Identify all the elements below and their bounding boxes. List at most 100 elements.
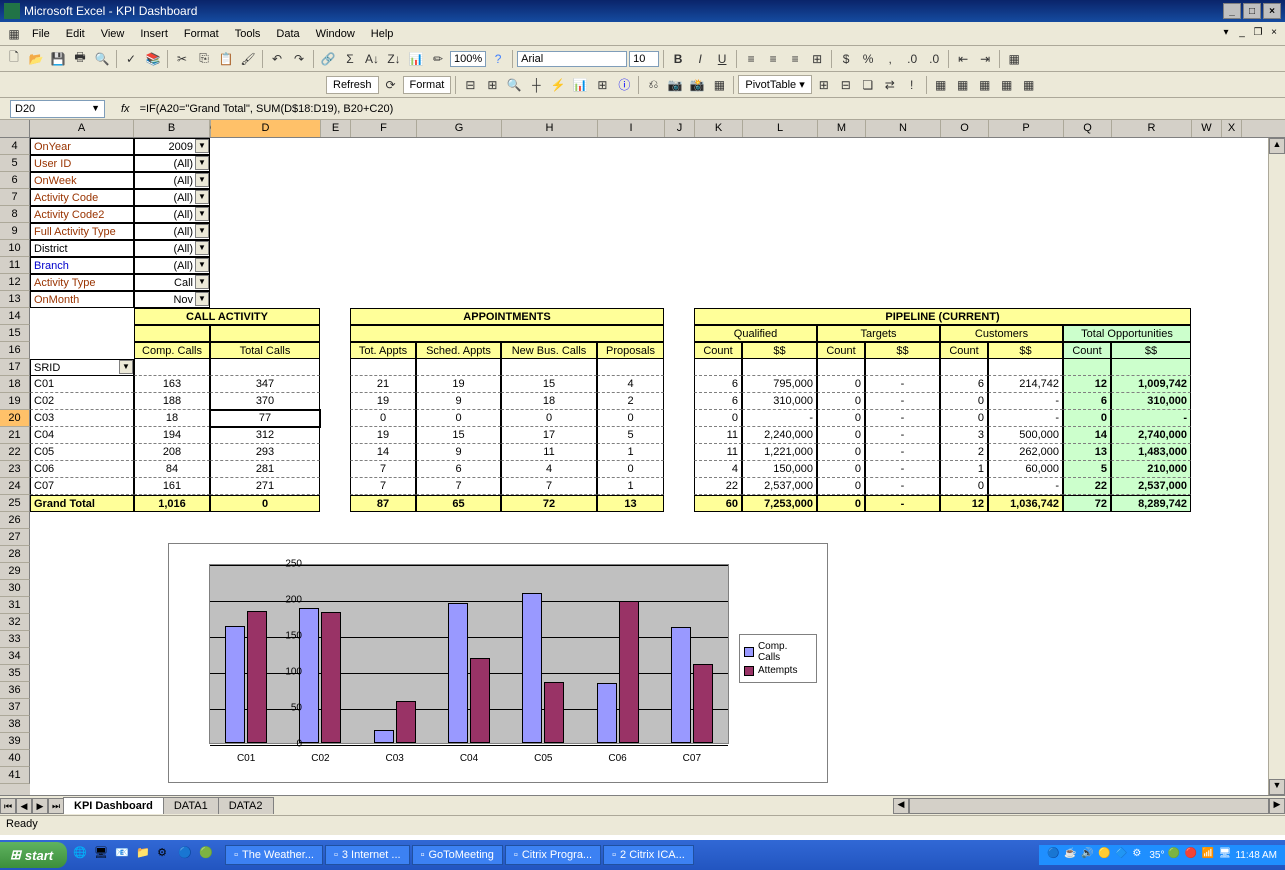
srid-C04[interactable]: C04 — [30, 427, 134, 444]
pr-18[interactable]: 4 — [597, 376, 664, 393]
od-20[interactable]: - — [1111, 410, 1191, 427]
filter-label-5[interactable]: User ID — [30, 155, 134, 172]
new-icon[interactable]: 🗋 — [4, 49, 24, 69]
nb-19[interactable]: 18 — [501, 393, 597, 410]
tray-clock[interactable]: 11:48 AM — [1235, 850, 1277, 861]
cd-21[interactable]: 500,000 — [988, 427, 1063, 444]
nb-18[interactable]: 15 — [501, 376, 597, 393]
filter-label-6[interactable]: OnWeek — [30, 172, 134, 189]
row-header-17[interactable]: 17 — [0, 359, 30, 376]
gt-sa[interactable]: 65 — [416, 495, 501, 512]
row-header-27[interactable]: 27 — [0, 529, 30, 546]
sa-19[interactable]: 9 — [416, 393, 501, 410]
taskbar-item-0[interactable]: ▫The Weather... — [225, 845, 323, 865]
sheet-tab-data1[interactable]: DATA1 — [163, 797, 219, 814]
taskbar-item-4[interactable]: ▫2 Citrix ICA... — [603, 845, 694, 865]
gt-nb[interactable]: 72 — [501, 495, 597, 512]
pt-icon-5[interactable]: ! — [902, 75, 922, 95]
scroll-up-button[interactable]: ▲ — [1269, 138, 1285, 154]
filter-label-9[interactable]: Full Activity Type — [30, 223, 134, 240]
qc-21[interactable]: 11 — [694, 427, 742, 444]
filter-label-4[interactable]: OnYear — [30, 138, 134, 155]
comp-20[interactable]: 18 — [134, 410, 210, 427]
row-header-15[interactable]: 15 — [0, 325, 30, 342]
tb2-icon-1[interactable]: ⊟ — [460, 75, 480, 95]
row-header-19[interactable]: 19 — [0, 393, 30, 410]
increase-indent-icon[interactable]: ⇥ — [975, 49, 995, 69]
menu-file[interactable]: File — [24, 26, 58, 42]
call-activity-header[interactable]: CALL ACTIVITY — [134, 308, 320, 325]
tab-nav-last[interactable]: ⏭ — [48, 798, 64, 814]
srid-C02[interactable]: C02 — [30, 393, 134, 410]
td-24[interactable]: - — [865, 478, 940, 495]
row-header-37[interactable]: 37 — [0, 699, 30, 716]
borders-icon[interactable]: ▦ — [1004, 49, 1024, 69]
tot-19[interactable]: 370 — [210, 393, 320, 410]
font-name-dropdown[interactable]: Arial — [517, 51, 627, 67]
tc-18[interactable]: 0 — [817, 376, 865, 393]
col-header-R[interactable]: R — [1112, 120, 1192, 137]
cd-20[interactable]: - — [988, 410, 1063, 427]
od-24[interactable]: 2,537,000 — [1111, 478, 1191, 495]
pipe-sub-7[interactable]: $$ — [1111, 342, 1191, 359]
cc-22[interactable]: 2 — [940, 444, 988, 461]
col-header-X[interactable]: X — [1222, 120, 1242, 137]
paste-icon[interactable]: 📋 — [216, 49, 236, 69]
gt-ta[interactable]: 87 — [350, 495, 416, 512]
col-header-A[interactable]: A — [30, 120, 134, 137]
appt-blank[interactable] — [350, 325, 664, 342]
pipe-17-13[interactable] — [865, 359, 940, 376]
col-header-P[interactable]: P — [989, 120, 1064, 137]
comp-19[interactable]: 188 — [134, 393, 210, 410]
filter-label-7[interactable]: Activity Code — [30, 189, 134, 206]
srid-C01[interactable]: C01 — [30, 376, 134, 393]
formula-input[interactable]: =IF(A20="Grand Total", SUM(D$18:D19), B2… — [136, 101, 1285, 117]
find-icon[interactable]: 🔍 — [504, 75, 524, 95]
close-button[interactable]: × — [1263, 3, 1281, 19]
tb2-icon-9[interactable]: ▦ — [709, 75, 729, 95]
hscroll-track[interactable] — [909, 798, 1269, 814]
qd-18[interactable]: 795,000 — [742, 376, 817, 393]
sa-18[interactable]: 19 — [416, 376, 501, 393]
row-header-36[interactable]: 36 — [0, 682, 30, 699]
cc-21[interactable]: 3 — [940, 427, 988, 444]
hyperlink-icon[interactable]: 🔗 — [318, 49, 338, 69]
pipeline-header[interactable]: PIPELINE (CURRENT) — [694, 308, 1191, 325]
pr-19[interactable]: 2 — [597, 393, 664, 410]
gt-tot[interactable]: 0 — [210, 495, 320, 512]
appt-col-0[interactable]: Tot. Appts — [350, 342, 416, 359]
doc-minimize-button[interactable]: _ — [1235, 27, 1249, 41]
system-tray[interactable]: 🔵 ☕ 🔊 🟡 🔷 ⚙ 35° 🟢 🔴 📶 🖥 11:48 AM — [1039, 845, 1285, 865]
start-button[interactable]: ⊞ start — [0, 842, 67, 868]
tab-nav-prev[interactable]: ◀ — [16, 798, 32, 814]
tot-20[interactable]: 77 — [210, 410, 320, 427]
maximize-button[interactable]: □ — [1243, 3, 1261, 19]
qd-22[interactable]: 1,221,000 — [742, 444, 817, 461]
col-header-F[interactable]: F — [351, 120, 417, 137]
appt-col-3[interactable]: Proposals — [597, 342, 664, 359]
ca-17-b[interactable] — [134, 359, 210, 376]
gt-qc[interactable]: 60 — [694, 495, 742, 512]
doc-close-button[interactable]: × — [1267, 27, 1281, 41]
td-21[interactable]: - — [865, 427, 940, 444]
row-header-40[interactable]: 40 — [0, 750, 30, 767]
tab-nav-next[interactable]: ▶ — [32, 798, 48, 814]
row-header-34[interactable]: 34 — [0, 648, 30, 665]
srid-C07[interactable]: C07 — [30, 478, 134, 495]
gt-tc[interactable]: 0 — [817, 495, 865, 512]
align-left-icon[interactable]: ≡ — [741, 49, 761, 69]
ca-blank2[interactable] — [210, 325, 320, 342]
hscroll-right-button[interactable]: ▶ — [1269, 798, 1285, 814]
sheet-tab-data2[interactable]: DATA2 — [218, 797, 274, 814]
menu-tools[interactable]: Tools — [227, 26, 269, 42]
ql-icon-3[interactable]: 📧 — [115, 846, 133, 864]
cc-24[interactable]: 0 — [940, 478, 988, 495]
align-right-icon[interactable]: ≡ — [785, 49, 805, 69]
tb2-icon-3[interactable]: ┼ — [526, 75, 546, 95]
camera-icon[interactable]: 📸 — [687, 75, 707, 95]
qualified-header[interactable]: Qualified — [694, 325, 817, 342]
row-header-14[interactable]: 14 — [0, 308, 30, 325]
row-header-12[interactable]: 12 — [0, 274, 30, 291]
pipe-17-17[interactable] — [1111, 359, 1191, 376]
qd-24[interactable]: 2,537,000 — [742, 478, 817, 495]
